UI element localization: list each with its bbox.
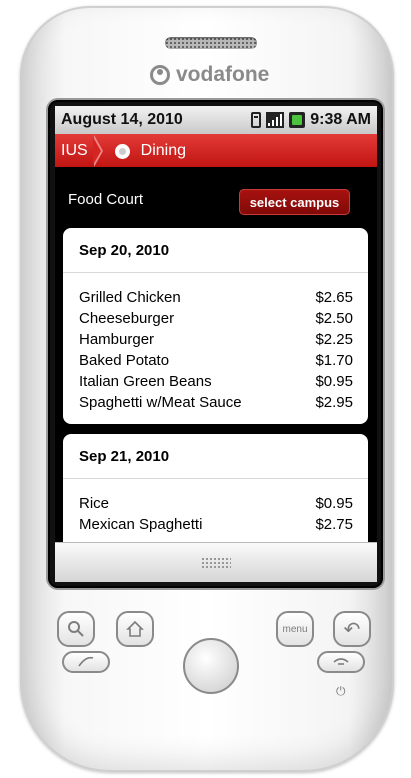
menu-items: Grilled Chicken $2.65 Cheeseburger $2.50 H… xyxy=(63,273,368,413)
menu-button[interactable]: menu xyxy=(276,611,314,647)
home-button[interactable] xyxy=(116,611,154,647)
phone-icon xyxy=(78,656,94,667)
battery-icon xyxy=(289,112,306,128)
search-button[interactable] xyxy=(57,611,95,647)
vodafone-logo-icon xyxy=(150,65,170,85)
status-bar: August 14, 2010 9:38 AM xyxy=(55,106,377,134)
trackball[interactable] xyxy=(183,638,239,694)
item-price: $2.25 xyxy=(315,331,353,348)
item-name: Mexican Spaghetti xyxy=(79,516,203,533)
plate-icon xyxy=(113,141,133,161)
menu-card: Sep 20, 2010 Grilled Chicken $2.65 Cheese… xyxy=(63,228,368,424)
menu-item: Cheeseburger $2.50 xyxy=(79,308,353,329)
item-name: Grilled Chicken xyxy=(79,289,181,306)
item-price: $1.70 xyxy=(315,352,353,369)
power-icon: ⏻ xyxy=(336,684,346,698)
location-title: Food Court xyxy=(68,191,144,208)
item-name: Cheeseburger xyxy=(79,310,175,327)
location-header: Food Court select campus xyxy=(55,167,377,221)
item-name: Rice xyxy=(79,495,110,512)
select-campus-button[interactable]: select campus xyxy=(239,189,350,215)
menu-date: Sep 21, 2010 xyxy=(63,434,368,479)
menu-item: Hamburger $2.25 xyxy=(79,329,353,350)
menu-item: Italian Green Beans $0.95 xyxy=(79,371,353,392)
item-price: $2.75 xyxy=(315,516,353,533)
item-name: Italian Green Beans xyxy=(79,373,212,390)
breadcrumb-separator xyxy=(92,134,103,167)
brand-name: vodafone xyxy=(176,63,270,86)
breadcrumb-current: Dining xyxy=(140,141,187,159)
item-price: $0.95 xyxy=(315,495,353,512)
menu-label: menu xyxy=(282,623,308,635)
breadcrumb: IUS Dining xyxy=(55,134,377,167)
end-call-icon xyxy=(333,658,349,665)
item-price: $0.95 xyxy=(315,373,353,390)
item-name: Baked Potato xyxy=(79,352,170,369)
menu-item: Spaghetti w/Meat Sauce $2.95 xyxy=(79,392,353,413)
back-icon: ↶ xyxy=(343,618,361,641)
back-button[interactable]: ↶ xyxy=(333,611,371,647)
item-price: $2.50 xyxy=(315,310,353,327)
menu-items: Rice $0.95 Mexican Spaghetti $2.75 xyxy=(63,479,368,535)
item-price: $2.65 xyxy=(315,289,353,306)
screen: August 14, 2010 9:38 AM IUS Dining Food … xyxy=(55,106,377,582)
call-button[interactable] xyxy=(62,651,110,673)
speaker-grille xyxy=(165,37,257,49)
search-icon xyxy=(68,621,84,637)
status-date: August 14, 2010 xyxy=(61,111,183,128)
home-icon xyxy=(126,620,144,637)
menu-item: Rice $0.95 xyxy=(79,493,353,514)
item-price: $2.95 xyxy=(315,394,353,411)
keyboard-slider-handle[interactable] xyxy=(55,542,377,582)
item-name: Hamburger xyxy=(79,331,155,348)
status-icons: 9:38 AM xyxy=(251,111,371,129)
breadcrumb-home[interactable]: IUS xyxy=(55,134,94,167)
menu-item: Grilled Chicken $2.65 xyxy=(79,287,353,308)
status-time: 9:38 AM xyxy=(310,111,371,128)
end-call-button[interactable] xyxy=(317,651,365,673)
grip-icon xyxy=(201,557,231,569)
menu-item: Baked Potato $1.70 xyxy=(79,350,353,371)
signal-icon xyxy=(266,112,285,128)
vibrate-icon xyxy=(251,112,262,128)
brand-logo: vodafone xyxy=(150,62,280,88)
item-name: Spaghetti w/Meat Sauce xyxy=(79,394,242,411)
menu-item: Mexican Spaghetti $2.75 xyxy=(79,514,353,535)
menu-date: Sep 20, 2010 xyxy=(63,228,368,273)
